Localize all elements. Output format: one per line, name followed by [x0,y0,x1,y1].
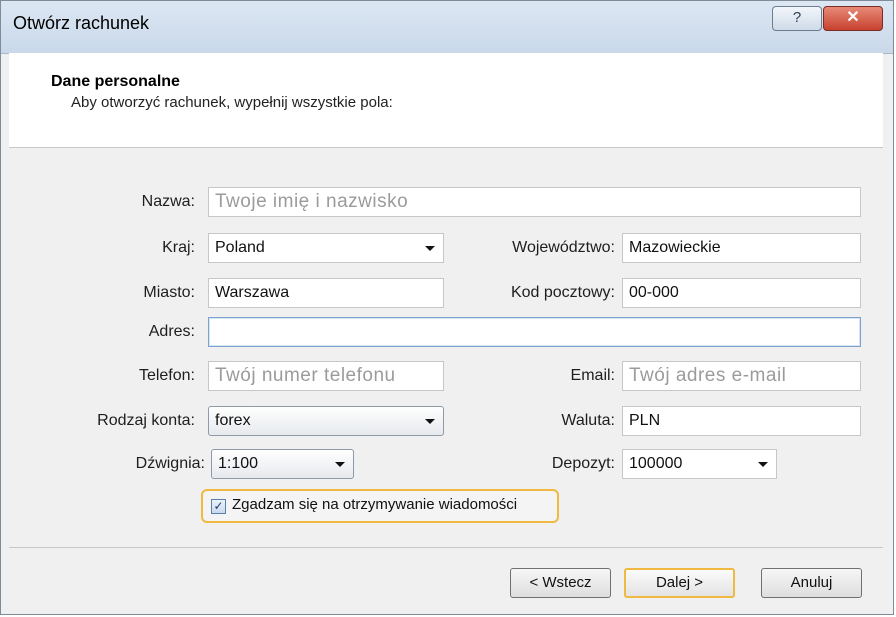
consent-label: Zgadzam się na otrzymywanie wiadomości [232,496,518,513]
window-title: Otwórz rachunek [13,13,150,33]
wizard-header: Dane personalne Aby otworzyć rachunek, w… [9,53,883,148]
chevron-down-icon [425,419,435,424]
currency-input[interactable]: PLN [622,406,861,436]
chevron-down-icon [758,462,768,467]
leverage-value: 1:100 [218,455,259,472]
account-type-value: forex [215,412,251,429]
postal-code-label: Kod pocztowy: [510,284,615,301]
account-type-select[interactable]: forex [208,406,444,436]
footer-divider [9,547,883,548]
country-select[interactable]: Poland [208,233,444,263]
email-label: Email: [570,367,615,384]
chevron-down-icon [425,246,435,251]
cancel-button[interactable]: Anuluj [761,568,862,598]
back-button[interactable]: < Wstecz [510,568,611,598]
city-input[interactable]: Warszawa [208,278,444,308]
leverage-select[interactable]: 1:100 [211,449,354,479]
deposit-label: Depozyt: [551,455,615,472]
page-title: Dane personalne [51,73,180,90]
close-icon: ✕ [846,9,860,26]
title-bar[interactable]: Otwórz rachunek ? ✕ [1,1,893,54]
dialog-window: Otwórz rachunek ? ✕ Dane personalne Aby … [0,0,894,615]
postal-code-input[interactable]: 00-000 [622,278,861,308]
city-label: Miasto: [143,284,195,301]
address-input[interactable] [208,317,861,347]
deposit-select[interactable]: 100000 [622,449,777,479]
account-type-label: Rodzaj konta: [97,412,195,429]
currency-label: Waluta: [561,412,615,429]
address-label: Adres: [148,323,195,340]
checkmark-icon: ✓ [213,499,224,513]
leverage-label: Dźwignia: [135,455,205,472]
phone-label: Telefon: [138,367,195,384]
province-label: Województwo: [512,239,615,256]
chevron-down-icon [335,462,345,467]
help-button[interactable]: ? [772,6,822,31]
email-input[interactable]: Twój adres e-mail [622,361,861,391]
consent-checkbox[interactable]: ✓ [211,499,226,514]
country-value: Poland [215,239,265,256]
name-label: Nazwa: [141,193,195,210]
country-label: Kraj: [162,239,195,256]
consent-checkbox-row[interactable]: ✓ Zgadzam się na otrzymywanie wiadomości [201,489,559,523]
deposit-value: 100000 [629,455,683,472]
province-input[interactable]: Mazowieckie [622,233,861,263]
close-button[interactable]: ✕ [823,6,883,31]
phone-input[interactable]: Twój numer telefonu [208,361,444,391]
next-button[interactable]: Dalej > [624,568,735,598]
help-icon: ? [792,9,802,26]
page-subtitle: Aby otworzyć rachunek, wypełnij wszystki… [71,94,393,111]
name-input[interactable]: Twoje imię i nazwisko [208,187,861,217]
